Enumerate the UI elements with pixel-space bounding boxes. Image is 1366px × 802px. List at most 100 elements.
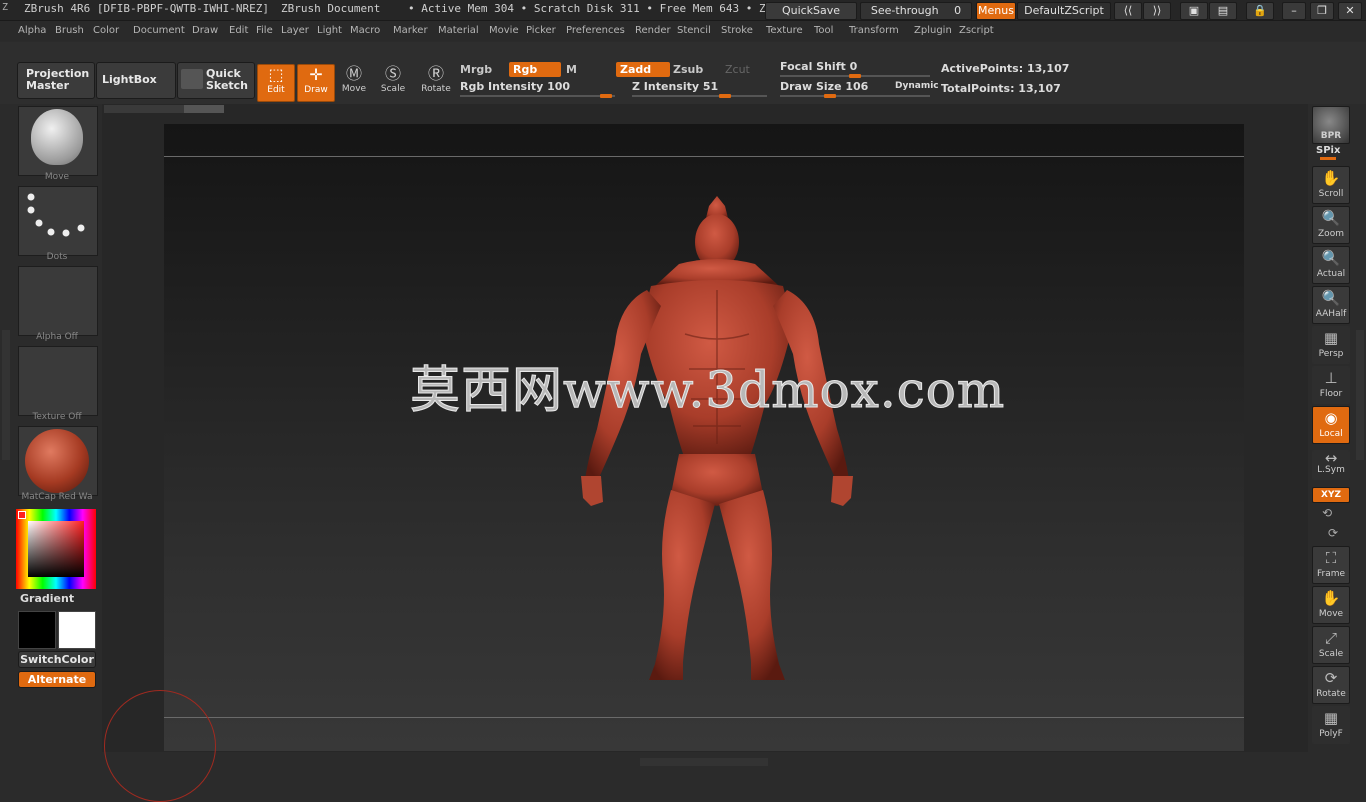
rgb-intensity-slider[interactable]	[460, 95, 615, 97]
right-tray-handle[interactable]	[1356, 330, 1364, 460]
rgb-intensity-knob[interactable]	[600, 94, 612, 98]
quick-sketch-button[interactable]: Quick Sketch	[177, 62, 255, 99]
menu-marker[interactable]: Marker	[393, 25, 428, 36]
color-picker[interactable]	[16, 509, 96, 589]
alternate-button[interactable]: Alternate	[18, 671, 96, 688]
draw-size-knob[interactable]	[824, 94, 836, 98]
menu-color[interactable]: Color	[93, 25, 119, 36]
menu-transform[interactable]: Transform	[849, 25, 899, 36]
canvas-scrollbar[interactable]	[104, 105, 224, 113]
focal-shift-knob[interactable]	[849, 74, 861, 78]
local-button[interactable]: ◉ Local	[1312, 406, 1350, 444]
dynamic-toggle[interactable]: Dynamic	[895, 81, 939, 91]
frame-button[interactable]: ⛶ Frame	[1312, 546, 1350, 584]
menu-stroke[interactable]: Stroke	[721, 25, 753, 36]
menu-zplugin[interactable]: Zplugin	[914, 25, 952, 36]
brush-thumbnail[interactable]	[18, 106, 98, 176]
rotate-z-icon[interactable]: ⟳	[1328, 526, 1338, 540]
alpha-thumbnail[interactable]	[18, 266, 98, 336]
rotate-view-label: Rotate	[1316, 689, 1346, 699]
mrgb-toggle[interactable]: Mrgb	[456, 62, 508, 77]
menu-brush[interactable]: Brush	[55, 25, 84, 36]
scale-button[interactable]: Ⓢ Scale	[375, 64, 411, 100]
lsym-button[interactable]: ↔ L.Sym	[1312, 450, 1350, 480]
menu-texture[interactable]: Texture	[766, 25, 803, 36]
zcut-toggle[interactable]: Zcut	[721, 62, 773, 77]
menu-material[interactable]: Material	[438, 25, 479, 36]
menu-picker[interactable]: Picker	[526, 25, 556, 36]
move-button[interactable]: Ⓜ Move	[336, 64, 372, 100]
menu-edit[interactable]: Edit	[229, 25, 248, 36]
maximize-icon[interactable]: ❐	[1310, 2, 1334, 20]
see-through-value: 0	[954, 4, 962, 17]
color-picker-square[interactable]	[28, 521, 84, 577]
persp-button[interactable]: ▦ Persp	[1312, 326, 1350, 364]
menu-alpha[interactable]: Alpha	[18, 25, 46, 36]
gradient-label[interactable]: Gradient	[20, 592, 74, 605]
stroke-thumbnail[interactable]	[18, 186, 98, 256]
move-view-button[interactable]: ✋ Move	[1312, 586, 1350, 624]
menu-file[interactable]: File	[256, 25, 273, 36]
rotate-view-button[interactable]: ⟳ Rotate	[1312, 666, 1350, 704]
rgb-toggle[interactable]: Rgb	[509, 62, 561, 77]
spix-label[interactable]: SPix	[1316, 145, 1340, 156]
canvas-scroll-thumb[interactable]	[184, 105, 224, 113]
floor-button[interactable]: ⊥ Floor	[1312, 366, 1350, 404]
menu-light[interactable]: Light	[317, 25, 342, 36]
scroll-left-icon[interactable]: ⟨⟨	[1114, 2, 1142, 20]
polyf-button[interactable]: ▦ PolyF	[1312, 706, 1350, 744]
edit-button[interactable]: ⬚ Edit	[257, 64, 295, 102]
close-icon[interactable]: ✕	[1338, 2, 1362, 20]
layout-icon[interactable]: ▣	[1180, 2, 1208, 20]
z-intensity-slider[interactable]	[632, 95, 767, 97]
z-intensity-knob[interactable]	[719, 94, 731, 98]
menu-draw[interactable]: Draw	[192, 25, 218, 36]
material-thumbnail[interactable]	[18, 426, 98, 496]
minimize-icon[interactable]: –	[1282, 2, 1306, 20]
actual-label: Actual	[1316, 269, 1346, 279]
menus-button[interactable]: Menus	[976, 2, 1016, 20]
menu-movie[interactable]: Movie	[489, 25, 519, 36]
zoom-button[interactable]: 🔍 Zoom	[1312, 206, 1350, 244]
secondary-color-swatch[interactable]	[58, 611, 96, 649]
menu-render[interactable]: Render	[635, 25, 671, 36]
zadd-toggle[interactable]: Zadd	[616, 62, 670, 77]
see-through-slider[interactable]: See-through 0	[860, 2, 972, 20]
menu-preferences[interactable]: Preferences	[566, 25, 625, 36]
texture-thumbnail[interactable]	[18, 346, 98, 416]
menu-macro[interactable]: Macro	[350, 25, 380, 36]
rotate-button[interactable]: Ⓡ Rotate	[418, 64, 454, 100]
scale-view-button[interactable]: ⤢ Scale	[1312, 626, 1350, 664]
menu-layer[interactable]: Layer	[281, 25, 309, 36]
bottom-tray-handle[interactable]	[640, 758, 768, 766]
layout-alt-icon[interactable]: ▤	[1209, 2, 1237, 20]
projection-master-button[interactable]: Projection Master	[17, 62, 95, 99]
character-model[interactable]	[579, 194, 864, 684]
scroll-right-icon[interactable]: ⟩⟩	[1143, 2, 1171, 20]
menu-zscript[interactable]: Zscript	[959, 25, 994, 36]
left-tray-handle[interactable]	[2, 330, 10, 460]
lock-icon[interactable]: 🔒	[1246, 2, 1274, 20]
rotate-y-icon[interactable]: ⟲	[1322, 506, 1332, 520]
zsub-toggle[interactable]: Zsub	[669, 62, 721, 77]
draw-button[interactable]: ✛ Draw	[297, 64, 335, 102]
switch-color-button[interactable]: SwitchColor	[18, 651, 96, 668]
default-zscript-button[interactable]: DefaultZScript	[1017, 2, 1111, 20]
bpr-button[interactable]: BPR	[1312, 106, 1350, 144]
menu-document[interactable]: Document	[133, 25, 185, 36]
texture-label: Texture Off	[32, 412, 82, 422]
actual-button[interactable]: 🔍 Actual	[1312, 246, 1350, 284]
document-canvas[interactable]: 莫西网www.3dmox.com	[164, 124, 1244, 751]
menu-tool[interactable]: Tool	[814, 25, 833, 36]
draw-size-slider[interactable]	[780, 95, 930, 97]
xyz-button[interactable]: XYZ	[1312, 487, 1350, 503]
spix-slider[interactable]	[1320, 157, 1336, 160]
rotate-view-icon: ⟳	[1324, 669, 1338, 687]
scroll-button[interactable]: ✋ Scroll	[1312, 166, 1350, 204]
lightbox-button[interactable]: LightBox	[96, 62, 176, 99]
menu-stencil[interactable]: Stencil	[677, 25, 711, 36]
quicksave-button[interactable]: QuickSave	[765, 2, 857, 20]
aahalf-button[interactable]: 🔍 AAHalf	[1312, 286, 1350, 324]
m-toggle[interactable]: M	[562, 62, 614, 77]
main-color-swatch[interactable]	[18, 611, 56, 649]
